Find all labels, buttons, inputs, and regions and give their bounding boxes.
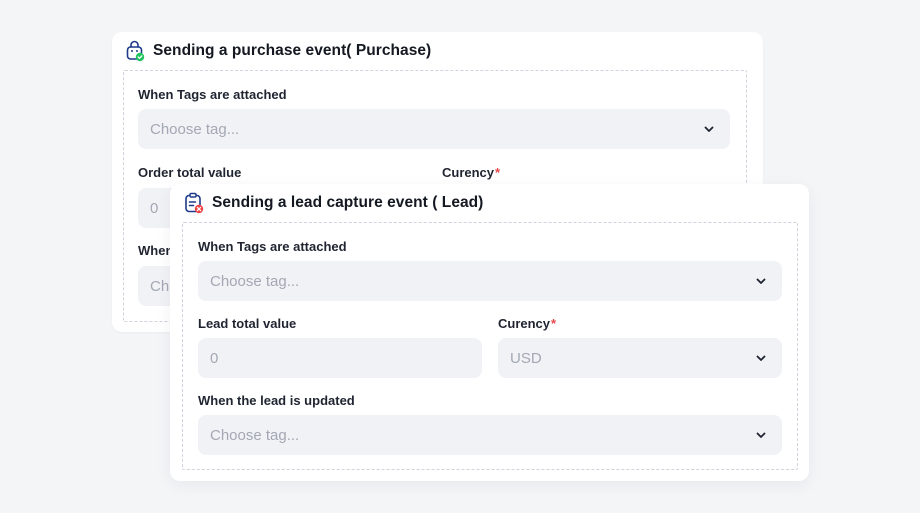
required-asterisk: * bbox=[495, 165, 501, 180]
chevron-down-icon bbox=[756, 278, 766, 284]
lead-currency-value: USD bbox=[510, 349, 542, 367]
lead-total-label: Lead total value bbox=[198, 316, 297, 331]
purchase-card-header: Sending a purchase event( Purchase) bbox=[125, 40, 431, 62]
order-total-label: Order total value bbox=[138, 165, 242, 180]
required-asterisk: * bbox=[551, 316, 557, 331]
lead-tags-label: When Tags are attached bbox=[198, 239, 347, 254]
lead-total-value: 0 bbox=[210, 349, 219, 367]
clipboard-error-icon bbox=[184, 192, 204, 214]
lead-card-header: Sending a lead capture event ( Lead) bbox=[184, 192, 483, 214]
lead-updated-label: When the lead is updated bbox=[198, 393, 355, 408]
purchase-tags-select[interactable]: Choose tag... bbox=[138, 109, 730, 149]
purchase-card-title: Sending a purchase event( Purchase) bbox=[153, 42, 432, 59]
purchase-tags-placeholder: Choose tag... bbox=[150, 120, 240, 138]
chevron-down-icon bbox=[756, 432, 766, 438]
lead-currency-select[interactable]: USD bbox=[498, 338, 782, 378]
shopping-bag-check-icon bbox=[125, 40, 145, 62]
chevron-down-icon bbox=[756, 355, 766, 361]
lead-updated-placeholder: Choose tag... bbox=[210, 426, 300, 444]
purchase-currency-label: Curency* bbox=[442, 165, 501, 180]
lead-tags-select[interactable]: Choose tag... bbox=[198, 261, 782, 301]
lead-tags-placeholder: Choose tag... bbox=[210, 272, 300, 290]
purchase-tags-label: When Tags are attached bbox=[138, 87, 287, 102]
lead-event-card: Sending a lead capture event ( Lead) Whe… bbox=[170, 184, 809, 481]
lead-updated-select[interactable]: Choose tag... bbox=[198, 415, 782, 455]
purchase-when-placeholder: Ch bbox=[150, 277, 170, 295]
lead-currency-label: Curency* bbox=[498, 316, 557, 331]
purchase-when-label: When bbox=[138, 243, 174, 258]
order-total-value: 0 bbox=[150, 199, 159, 217]
lead-total-input[interactable]: 0 bbox=[198, 338, 482, 378]
chevron-down-icon bbox=[704, 126, 714, 132]
lead-card-title: Sending a lead capture event ( Lead) bbox=[212, 194, 484, 211]
